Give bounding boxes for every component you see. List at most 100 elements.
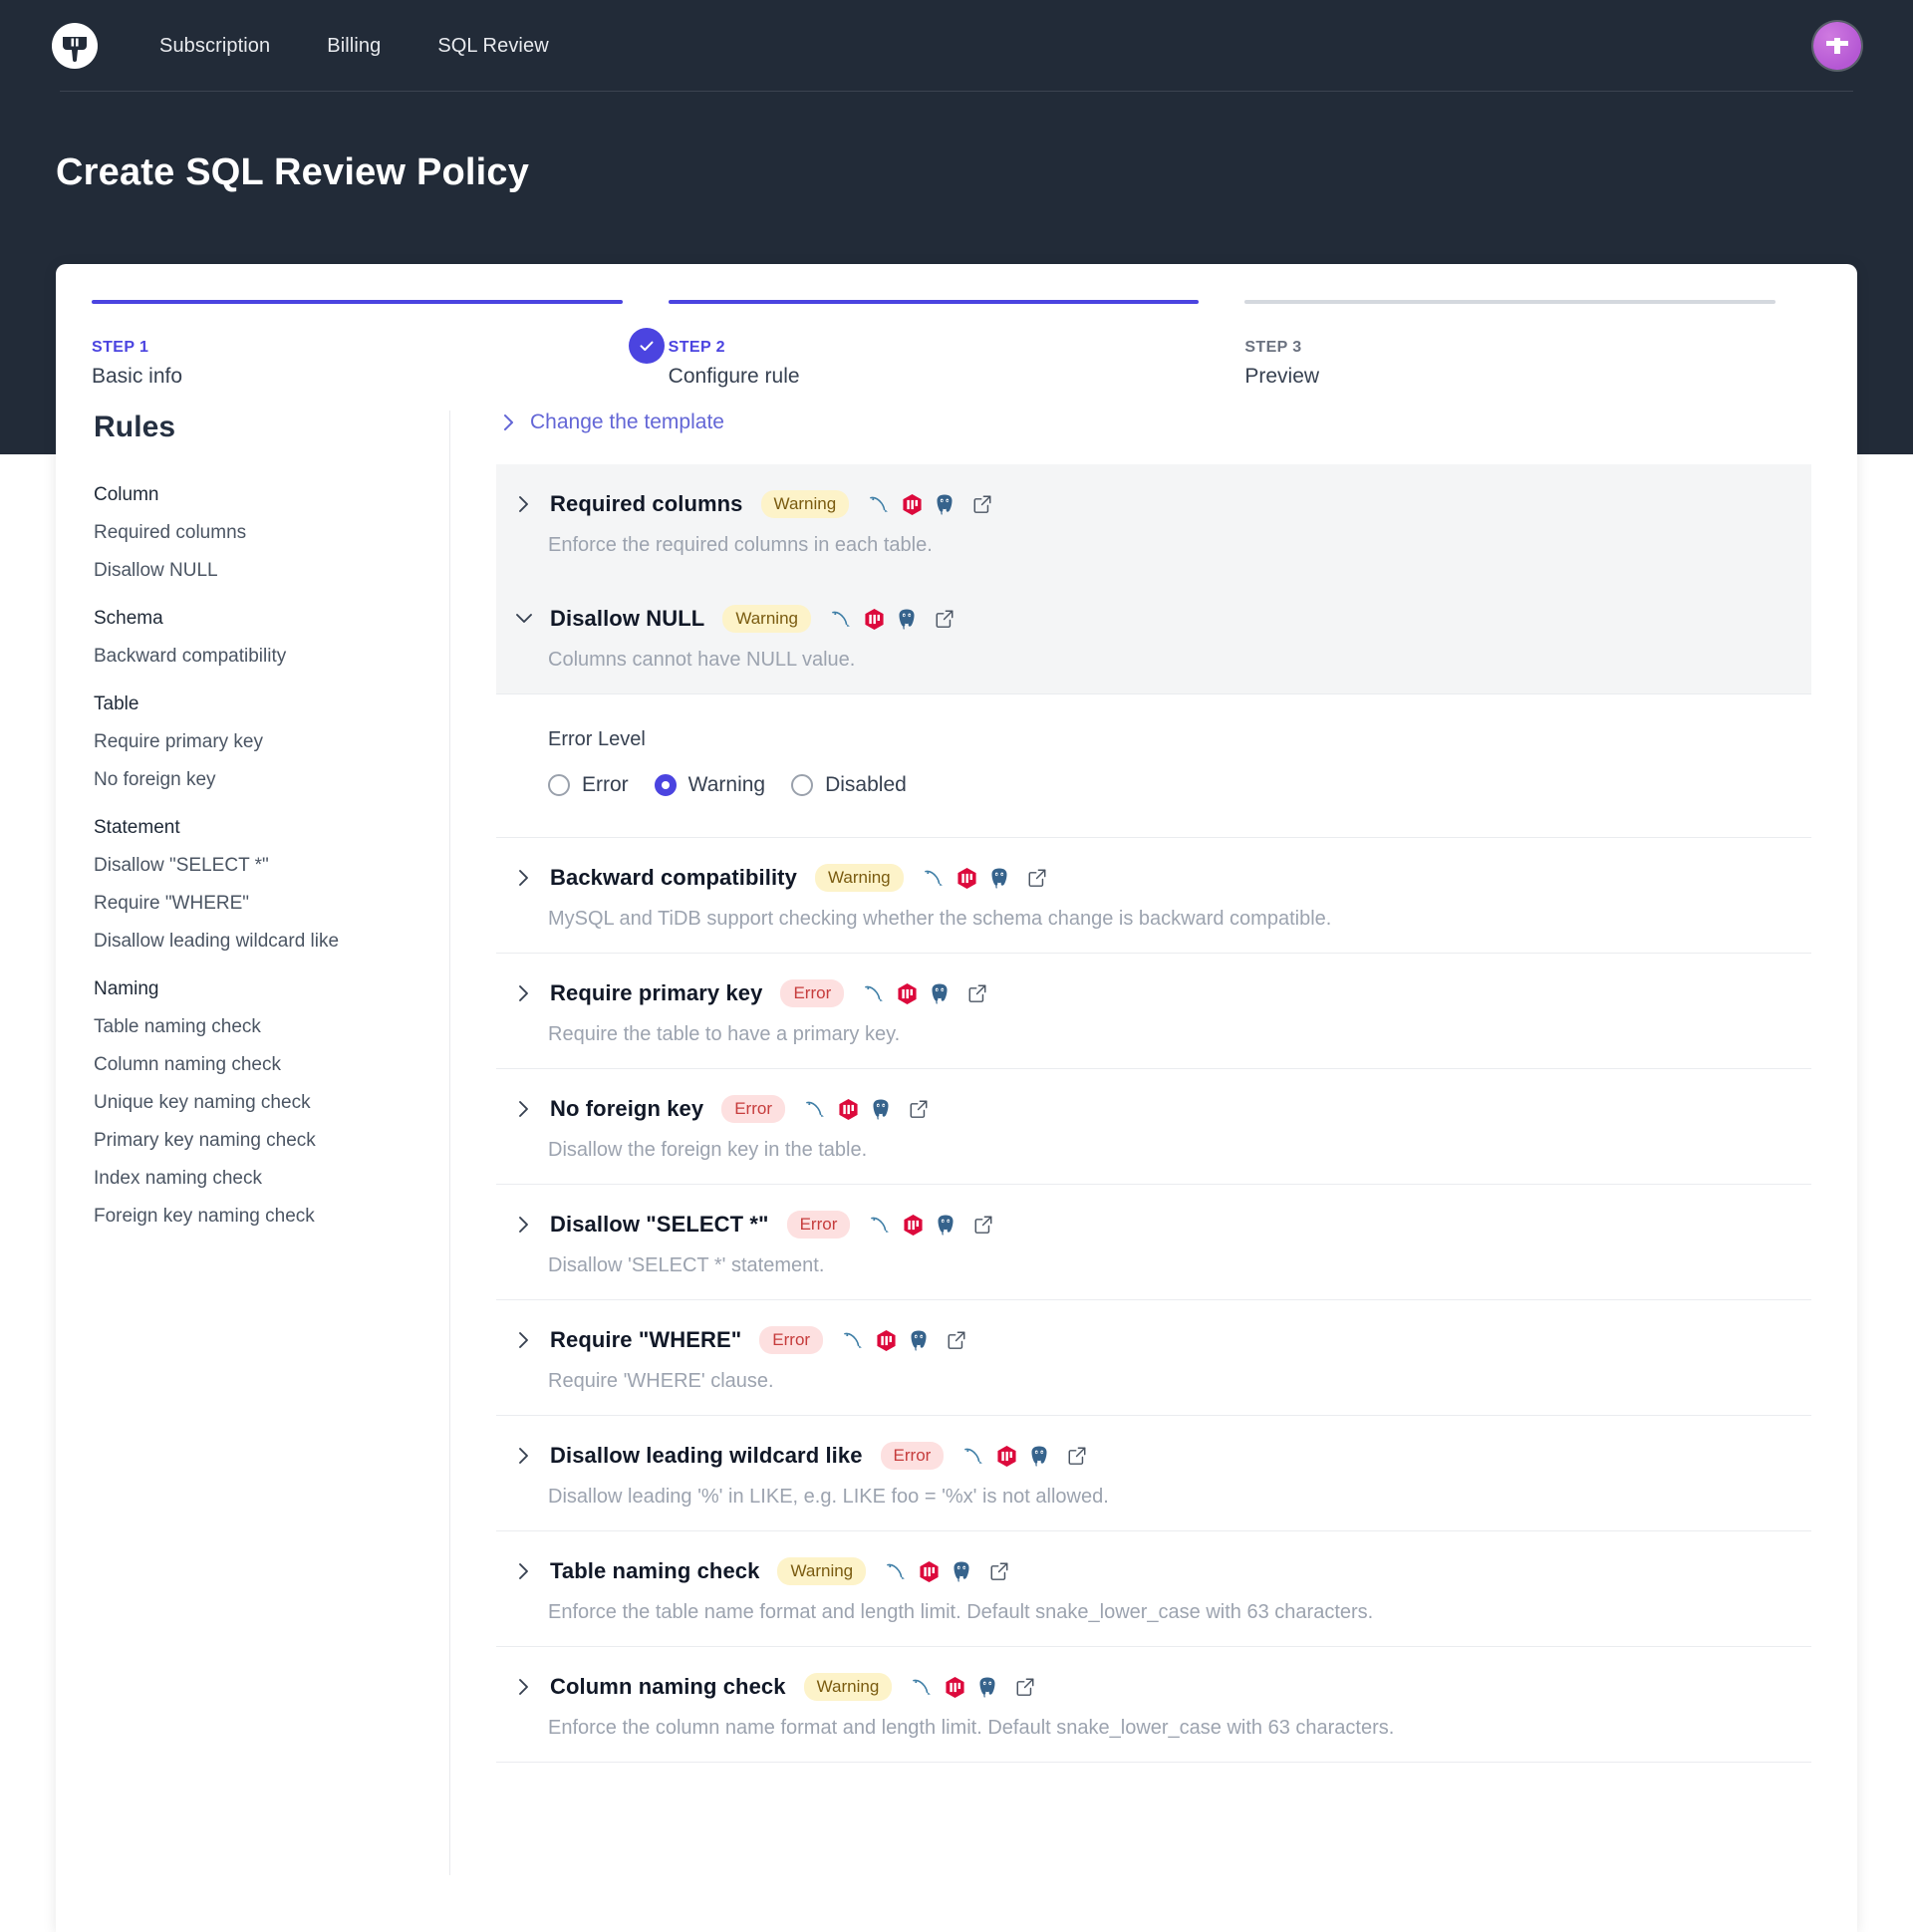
rule-row[interactable]: Disallow NULLWarning Columns cannot have … [496, 579, 1811, 694]
rule-header[interactable]: No foreign keyError [496, 1095, 1811, 1123]
rule-level-badge: Error [759, 1326, 823, 1354]
nav-links: Subscription Billing SQL Review [159, 35, 549, 58]
chevron-right-icon[interactable] [514, 1215, 534, 1235]
rule-row[interactable]: Table naming checkWarningEnforce the tab… [496, 1531, 1811, 1647]
rule-title: Required columns [550, 491, 743, 517]
rule-description: Require the table to have a primary key. [496, 1023, 1811, 1046]
rule-row[interactable]: Disallow leading wildcard likeErrorDisal… [496, 1416, 1811, 1531]
step-3[interactable]: STEP 3 Preview [1244, 300, 1821, 389]
rule-description: Require 'WHERE' clause. [496, 1370, 1811, 1393]
nav-link-subscription[interactable]: Subscription [159, 35, 270, 58]
error-level-radio-disabled[interactable]: Disabled [791, 773, 907, 797]
external-link-icon[interactable] [967, 983, 987, 1003]
step-2[interactable]: STEP 2 Configure rule [669, 300, 1245, 389]
sidebar-item[interactable]: Disallow "SELECT *" [94, 855, 419, 877]
rule-title: Disallow NULL [550, 606, 704, 632]
chevron-right-icon[interactable] [514, 868, 534, 888]
nav-link-billing[interactable]: Billing [327, 35, 381, 58]
mysql-icon [805, 1099, 827, 1119]
engine-icons [963, 1445, 1087, 1468]
change-template-link[interactable]: Change the template [496, 411, 1811, 434]
external-link-icon[interactable] [947, 1330, 966, 1350]
sidebar-groups: ColumnRequired columnsDisallow NULLSchem… [94, 484, 419, 1228]
rule-header[interactable]: Disallow "SELECT *"Error [496, 1211, 1811, 1239]
mysql-icon [864, 983, 886, 1003]
rule-row[interactable]: Column naming checkWarningEnforce the co… [496, 1647, 1811, 1763]
engine-icons [869, 493, 992, 516]
rule-description: Columns cannot have NULL value. [496, 649, 1811, 672]
rule-header[interactable]: Required columns Warning [496, 490, 1811, 518]
sidebar-item[interactable]: Table naming check [94, 1016, 419, 1038]
radio-indicator[interactable] [548, 774, 570, 796]
external-link-icon[interactable] [935, 609, 955, 629]
step-1[interactable]: STEP 1 Basic info [92, 300, 669, 389]
error-level-radio-error[interactable]: Error [548, 773, 629, 797]
rule-title: No foreign key [550, 1096, 703, 1122]
rule-row[interactable]: Disallow "SELECT *"ErrorDisallow 'SELECT… [496, 1185, 1811, 1300]
chevron-right-icon[interactable] [514, 983, 534, 1003]
sidebar-item[interactable]: Required columns [94, 522, 419, 544]
rule-row[interactable]: Required columnsWarningEnforce the requi… [496, 464, 1811, 579]
external-link-icon[interactable] [909, 1099, 929, 1119]
chevron-right-icon[interactable] [514, 494, 534, 514]
rule-header[interactable]: Require primary keyError [496, 979, 1811, 1007]
rule-row[interactable]: No foreign keyError Disallow the foreign … [496, 1069, 1811, 1185]
chevron-right-icon[interactable] [514, 1561, 534, 1581]
sidebar-item[interactable]: Disallow NULL [94, 560, 419, 582]
rule-header[interactable]: Table naming checkWarning [496, 1557, 1811, 1585]
sidebar-item[interactable]: Foreign key naming check [94, 1206, 419, 1228]
bytebase-logo-icon[interactable] [52, 23, 98, 69]
rule-row[interactable]: Require "WHERE"Error Require 'WHERE' clau… [496, 1300, 1811, 1416]
nav-divider [60, 91, 1853, 92]
step-1-label: STEP 1 [92, 339, 623, 357]
tidb-icon [956, 867, 977, 890]
rule-header[interactable]: Disallow leading wildcard likeError [496, 1442, 1811, 1470]
external-link-icon[interactable] [1027, 868, 1047, 888]
sidebar-item[interactable]: Backward compatibility [94, 646, 419, 668]
sidebar-item[interactable]: Index naming check [94, 1168, 419, 1190]
rule-description: Disallow the foreign key in the table. [496, 1139, 1811, 1162]
sidebar-item[interactable]: Require primary key [94, 731, 419, 753]
rule-header[interactable]: Column naming checkWarning [496, 1673, 1811, 1701]
step-1-progress-bar [92, 300, 623, 304]
radio-indicator[interactable] [791, 774, 813, 796]
engine-icons [864, 982, 987, 1005]
external-link-icon[interactable] [989, 1561, 1009, 1581]
external-link-icon[interactable] [1015, 1677, 1035, 1697]
sidebar-item[interactable]: No foreign key [94, 769, 419, 791]
sidebar-item[interactable]: Disallow leading wildcard like [94, 931, 419, 953]
chevron-right-icon[interactable] [514, 1330, 534, 1350]
page-title: Create SQL Review Policy [56, 151, 529, 194]
engine-icons [805, 1098, 929, 1121]
external-link-icon[interactable] [1067, 1446, 1087, 1466]
rule-header[interactable]: Disallow NULLWarning [496, 605, 1811, 633]
rule-level-badge: Error [787, 1211, 851, 1239]
postgres-icon [929, 982, 951, 1004]
chevron-right-icon[interactable] [514, 1677, 534, 1697]
sidebar-item[interactable]: Require "WHERE" [94, 893, 419, 915]
rule-row[interactable]: Require primary keyError Require the tabl… [496, 954, 1811, 1069]
radio-indicator[interactable] [655, 774, 677, 796]
external-link-icon[interactable] [973, 1215, 993, 1235]
chevron-right-icon[interactable] [514, 1446, 534, 1466]
chevron-down-icon[interactable] [514, 609, 534, 629]
rule-header[interactable]: Backward compatibilityWarning [496, 864, 1811, 892]
step-3-progress-bar [1244, 300, 1776, 304]
sidebar-group-title: Table [94, 693, 419, 715]
rule-level-badge: Warning [761, 490, 850, 518]
chevron-right-icon[interactable] [514, 1099, 534, 1119]
sidebar-item[interactable]: Unique key naming check [94, 1092, 419, 1114]
step-3-label: STEP 3 [1244, 339, 1776, 357]
sidebar-item[interactable]: Column naming check [94, 1054, 419, 1076]
external-link-icon[interactable] [972, 494, 992, 514]
sidebar-item[interactable]: Primary key naming check [94, 1130, 419, 1152]
step-2-label: STEP 2 [669, 339, 1200, 357]
postgres-icon [951, 1560, 972, 1582]
rule-level-badge: Error [780, 979, 844, 1007]
rule-row[interactable]: Backward compatibilityWarningMySQL and T… [496, 838, 1811, 954]
rule-title: Backward compatibility [550, 865, 797, 891]
error-level-radio-warning[interactable]: Warning [655, 773, 765, 797]
rule-header[interactable]: Require "WHERE"Error [496, 1326, 1811, 1354]
nav-link-sql-review[interactable]: SQL Review [437, 35, 548, 58]
radio-label: Warning [688, 773, 765, 797]
